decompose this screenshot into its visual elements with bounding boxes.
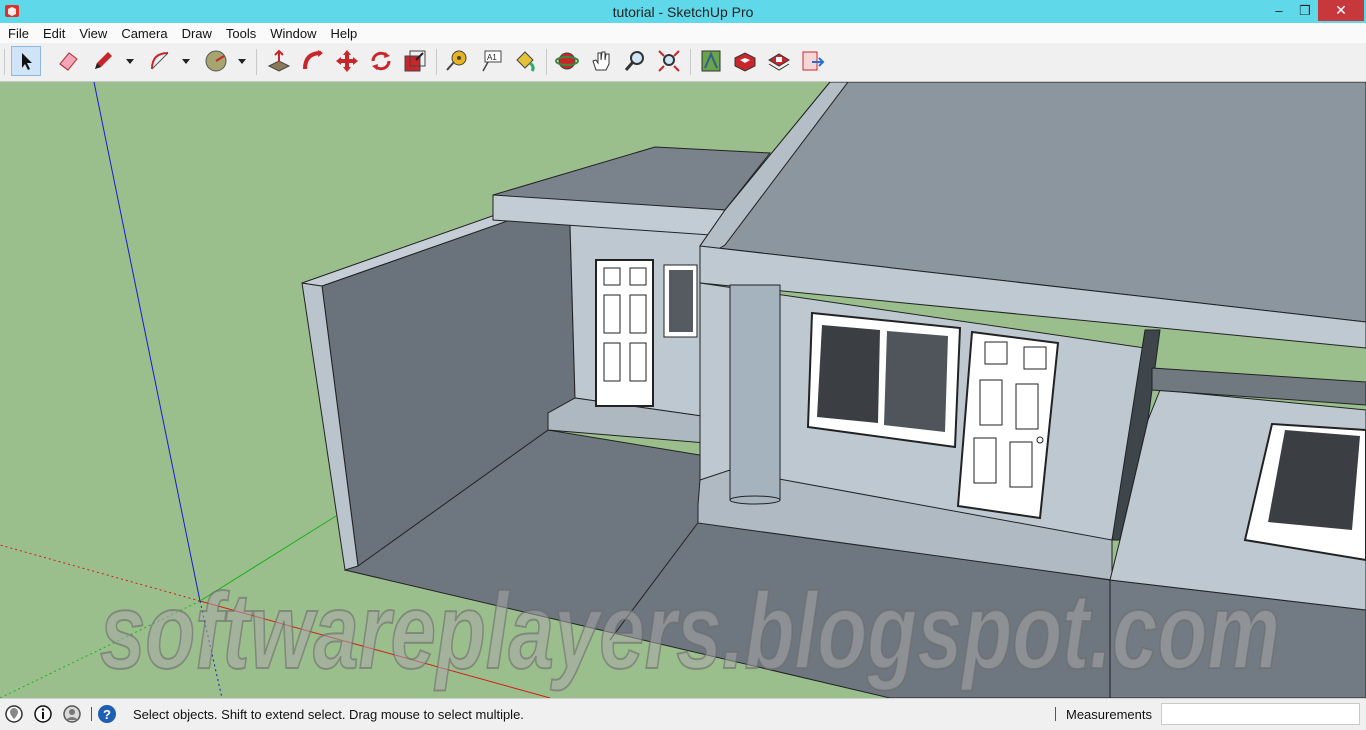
measurements-input[interactable] [1161,703,1360,725]
arc-tool-button[interactable] [145,46,175,76]
menu-bar: File Edit View Camera Draw Tools Window … [0,23,1366,43]
pencil-tool-button[interactable] [88,46,118,76]
paint-bucket-icon [516,51,535,72]
orbit-icon [555,52,579,70]
text-tool-button[interactable]: A1 [476,46,506,76]
menu-file[interactable]: File [2,26,35,41]
back-window-glass [669,270,693,332]
minimize-button[interactable]: – [1266,0,1292,21]
select-icon [22,53,32,70]
scale-icon [404,50,426,72]
house-model-scene[interactable]: softwareplayers.blogspot.com [0,82,1366,698]
paint-bucket-tool-button[interactable] [510,46,540,76]
pan-tool-button[interactable] [586,46,616,76]
pan-icon [592,51,610,71]
zoom-tool-button[interactable] [620,46,650,76]
layout-icon [768,53,790,71]
credits-info-icon[interactable] [33,704,53,724]
toolbar-separator [690,49,691,75]
tape-measure-icon [446,50,467,71]
toolbar-separator [546,49,547,75]
move-icon [336,50,358,72]
toolbar-grip [4,49,5,75]
porch-column-base [729,495,781,505]
rotate-tool-button[interactable] [366,46,396,76]
window-title: tutorial - SketchUp Pro [612,4,754,20]
pencil-icon [95,52,112,69]
status-message: Select objects. Shift to extend select. … [133,707,524,722]
status-divider [91,707,92,721]
follow-me-icon [303,50,323,70]
menu-view[interactable]: View [73,26,113,41]
pencil-dropdown-arrow-icon[interactable] [125,57,135,65]
status-divider [1055,707,1056,721]
follow-me-tool-button[interactable] [298,46,328,76]
select-tool-button[interactable] [11,46,41,76]
circle-dropdown-arrow-icon[interactable] [237,57,247,65]
push-pull-icon [267,49,291,72]
layout-button[interactable] [764,46,794,76]
menu-tools[interactable]: Tools [220,26,262,41]
main-toolbar: A1 [0,43,1366,82]
3d-warehouse-icon [701,50,721,72]
front-door-knob [1036,436,1044,444]
eraser-tool-button[interactable] [53,46,83,76]
orbit-tool-button[interactable] [552,46,582,76]
menu-window[interactable]: Window [264,26,322,41]
maximize-button[interactable]: ❐ [1292,0,1318,21]
eraser-icon [59,52,78,71]
status-bar: ? Select objects. Shift to extend select… [0,698,1366,730]
circle-icon [205,50,227,72]
front-door [956,330,1060,520]
extension-warehouse-icon [734,52,756,72]
send-to-layout-icon [802,51,825,71]
measurements-label: Measurements [1066,707,1152,722]
user-account-icon[interactable] [62,704,82,724]
toolbar-separator [436,49,437,75]
title-bar: tutorial - SketchUp Pro – ❐ ✕ [0,0,1366,23]
watermark-text: softwareplayers.blogspot.com [100,570,1280,691]
svg-text:?: ? [103,707,111,722]
model-viewport[interactable]: softwareplayers.blogspot.com [0,82,1366,698]
rotate-icon [371,51,391,71]
close-button[interactable]: ✕ [1318,0,1364,21]
move-tool-button[interactable] [332,46,362,76]
zoom-extents-tool-button[interactable] [654,46,684,76]
front-window-glass-left [817,325,880,423]
svg-text:A1: A1 [487,53,497,62]
menu-help[interactable]: Help [325,26,364,41]
menu-edit[interactable]: Edit [37,26,71,41]
toolbar-separator [256,49,257,75]
front-window-glass-right [884,331,948,432]
scale-tool-button[interactable] [400,46,430,76]
menu-camera[interactable]: Camera [115,26,173,41]
arc-dropdown-arrow-icon[interactable] [181,57,191,65]
circle-tool-button[interactable] [201,46,231,76]
instructor-help-icon[interactable]: ? [97,704,117,724]
arc-icon [151,52,169,70]
zoom-extents-icon [658,50,680,72]
geo-location-icon[interactable] [4,704,24,724]
porch-column [729,284,781,501]
text-icon: A1 [482,50,502,72]
send-to-layout-button[interactable] [798,46,828,76]
tape-measure-tool-button[interactable] [442,46,472,76]
3d-warehouse-button[interactable] [696,46,726,76]
zoom-icon [624,51,644,71]
menu-draw[interactable]: Draw [176,26,218,41]
push-pull-tool-button[interactable] [264,46,294,76]
extension-warehouse-button[interactable] [730,46,760,76]
